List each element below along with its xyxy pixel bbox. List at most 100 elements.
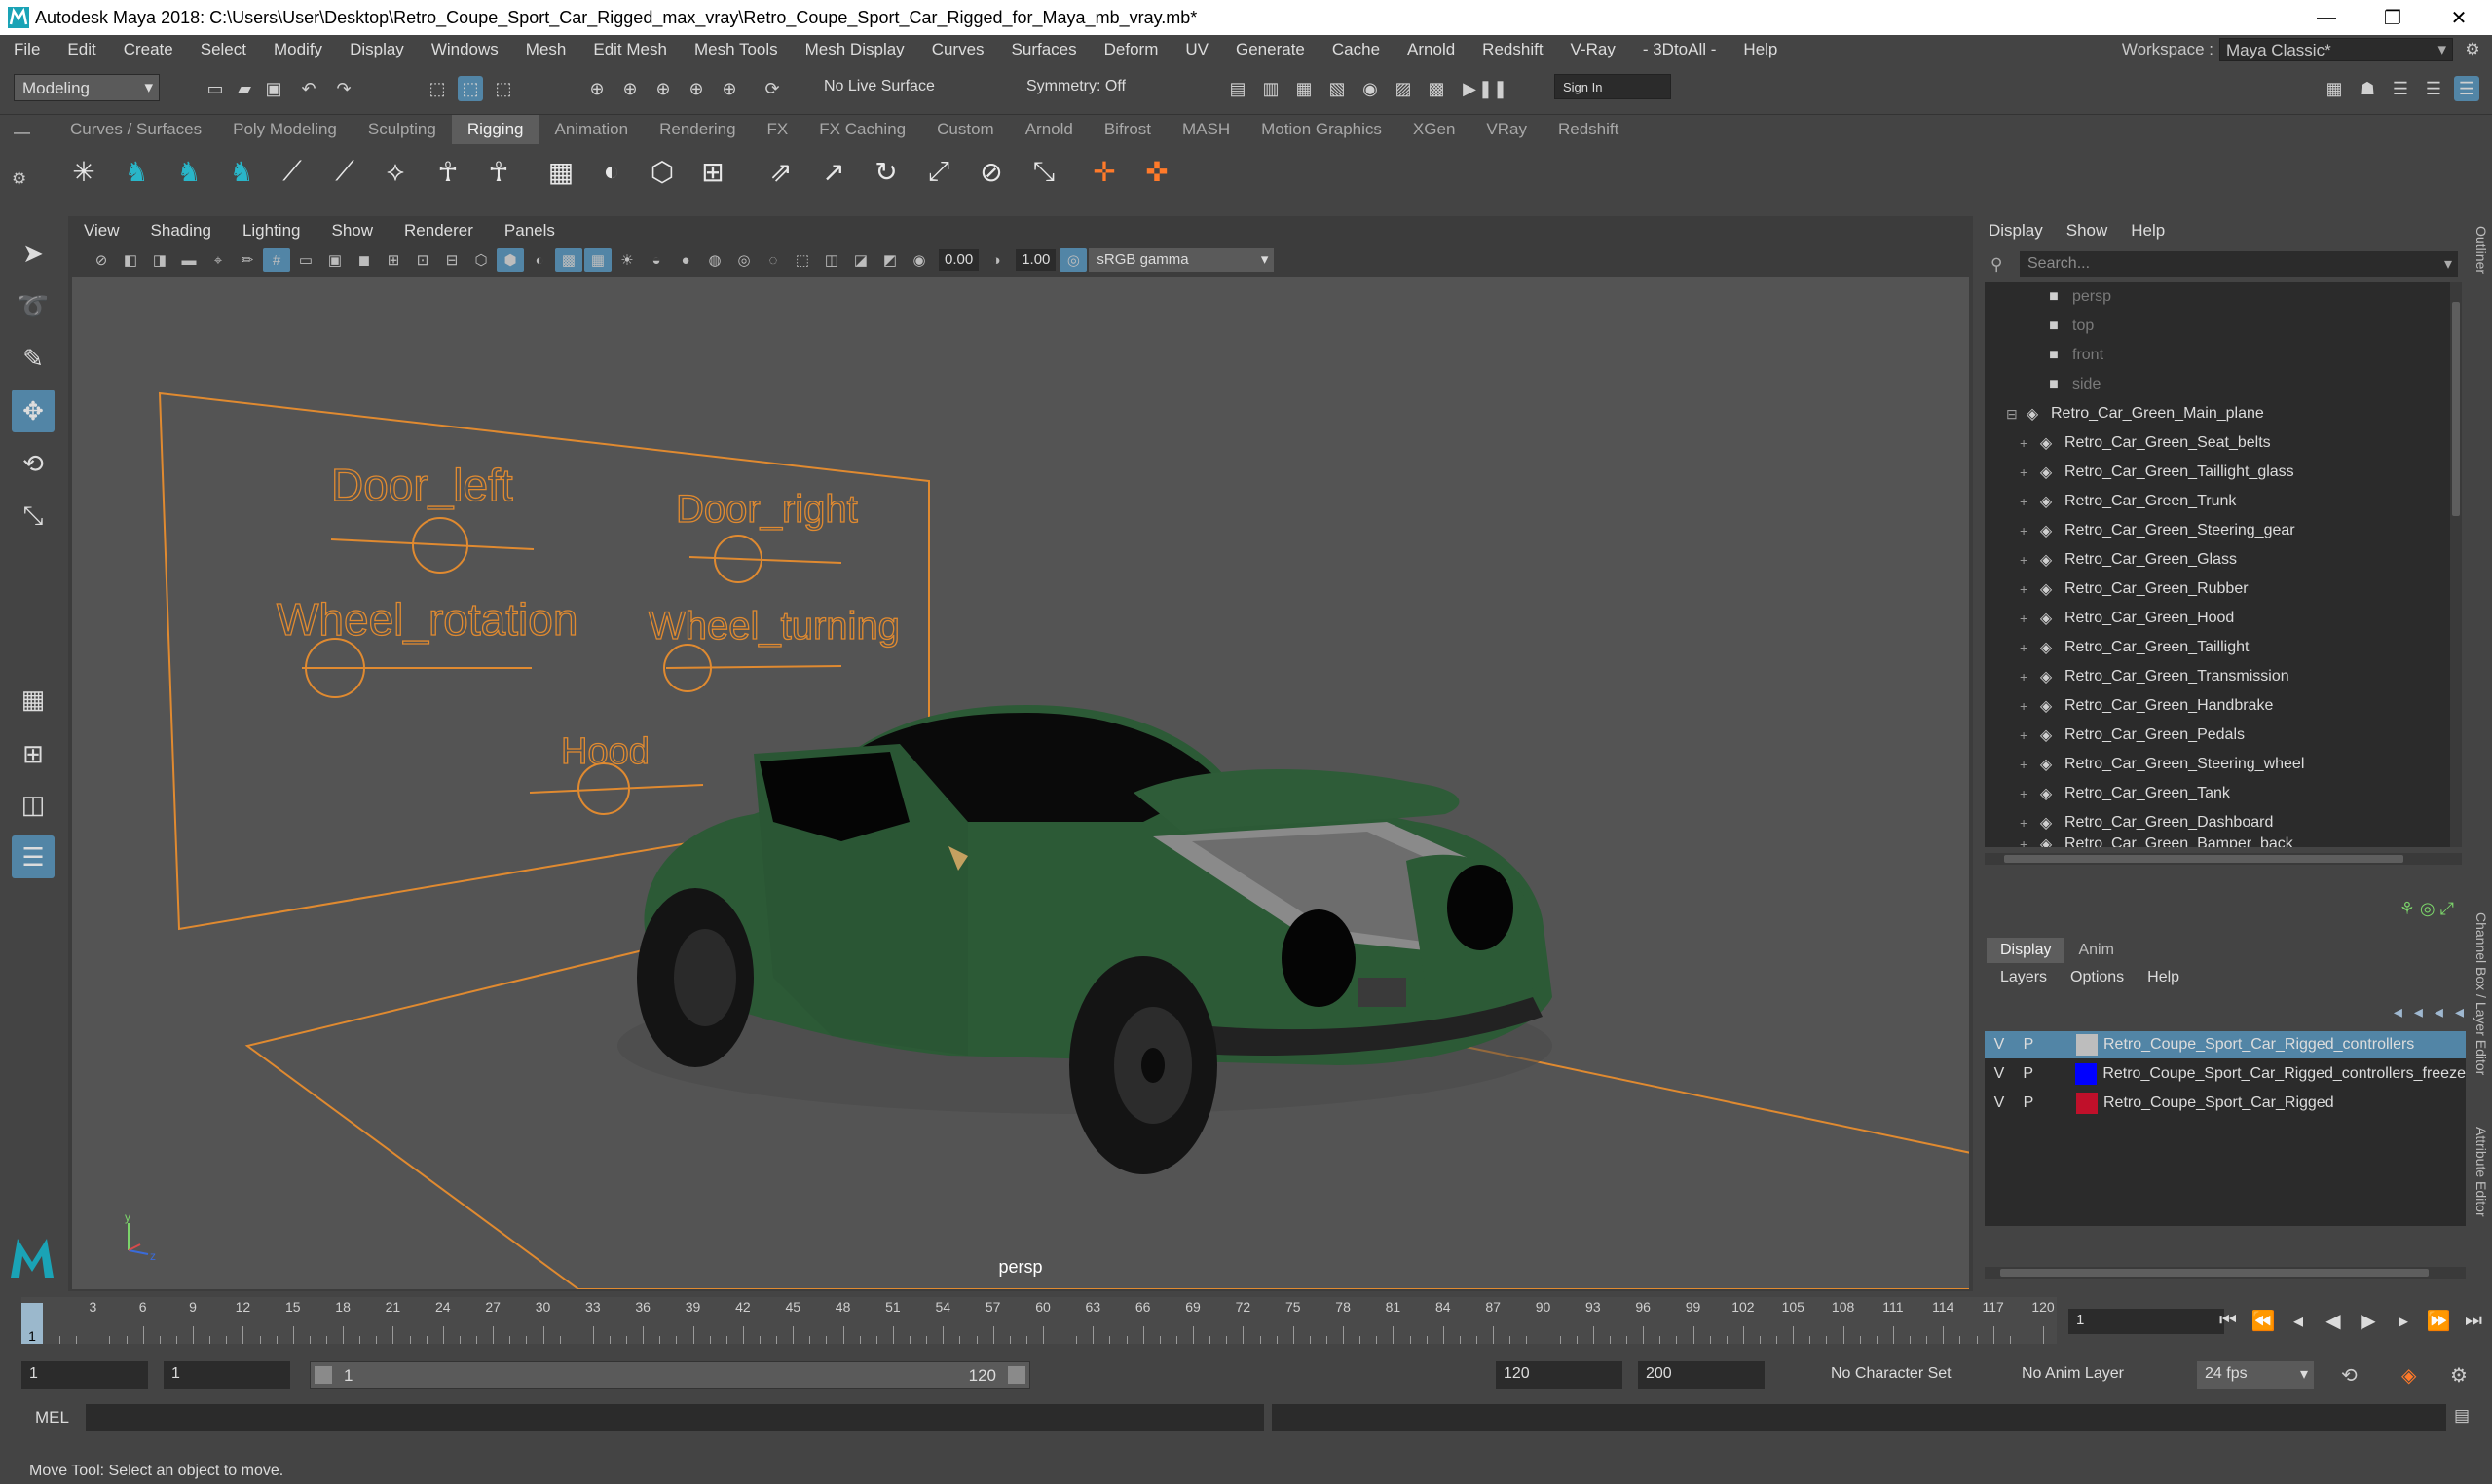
safe-action-icon[interactable]: ⊡	[409, 248, 436, 272]
side-tab-outliner[interactable]: Outliner	[2473, 226, 2489, 274]
expand-icon[interactable]: +	[2020, 464, 2035, 480]
new-layer-icon[interactable]: ◂	[2435, 1002, 2443, 1022]
shelf-tab-fx-caching[interactable]: FX Caching	[803, 115, 921, 144]
close-button[interactable]: ✕	[2426, 0, 2492, 35]
layer-playback-toggle[interactable]: P	[2014, 1065, 2043, 1083]
default-material-icon[interactable]: ◐	[526, 248, 553, 272]
point-constraint-icon[interactable]: ⇗	[762, 152, 800, 191]
humanik-skeleton-icon[interactable]: ♞	[169, 152, 208, 191]
ipr-render-icon[interactable]: ▦	[1291, 76, 1317, 101]
shelf-tab-custom[interactable]: Custom	[921, 115, 1010, 144]
side-tab-attribute-editor[interactable]: Attribute Editor	[2473, 1127, 2489, 1217]
range-start-handle[interactable]	[315, 1366, 332, 1384]
menu-arnold[interactable]: Arnold	[1394, 40, 1469, 59]
menu-surfaces[interactable]: Surfaces	[998, 40, 1091, 59]
shelf-tab-xgen[interactable]: XGen	[1397, 115, 1470, 144]
lattice-icon[interactable]: ⬡	[643, 152, 682, 191]
list-item[interactable]: + ◈ Retro_Car_Green_Bamper_back	[2020, 834, 2293, 847]
resolution-gate-icon[interactable]: ▣	[321, 248, 349, 272]
select-object-icon[interactable]: ⬚	[458, 76, 483, 101]
command-input[interactable]	[86, 1404, 1264, 1431]
loop-icon[interactable]: ⟲	[2341, 1363, 2358, 1388]
outliner-scrollbar[interactable]	[2450, 282, 2462, 847]
list-item[interactable]: ■ front	[2043, 341, 2103, 370]
outliner-hscroll-thumb[interactable]	[2004, 855, 2403, 863]
menu-windows[interactable]: Windows	[418, 40, 512, 59]
expand-icon[interactable]: +	[2020, 757, 2035, 772]
snap-point-icon[interactable]: ⊕	[651, 76, 676, 101]
pause-render-icon[interactable]: ❚❚	[1478, 76, 1507, 101]
menu-3dtoall[interactable]: - 3DtoAll -	[1629, 40, 1730, 59]
expand-icon[interactable]: +	[2020, 552, 2035, 568]
animation-prefs-icon[interactable]: ⚙	[2450, 1363, 2468, 1388]
menu-set-dropdown[interactable]: Modeling	[14, 74, 160, 101]
menu-file[interactable]: File	[0, 40, 54, 59]
control-wheel-rotation[interactable]: Wheel_rotation	[276, 593, 578, 645]
list-item[interactable]: + ◈ Retro_Car_Green_Steering_gear	[2020, 516, 2295, 545]
safe-title-icon[interactable]: ⊟	[438, 248, 465, 272]
render-frame-icon[interactable]: ▥	[1258, 76, 1283, 101]
play-backwards-icon[interactable]: ◀	[2316, 1305, 2351, 1336]
list-item[interactable]: + ◈ Retro_Car_Green_Taillight_glass	[2020, 458, 2294, 487]
tool-settings-toggle-icon[interactable]: ☰	[2421, 76, 2446, 101]
vp-menu-renderer[interactable]: Renderer	[389, 221, 489, 241]
channel-box-icons[interactable]: ⚘ ◎ ⤢	[2399, 899, 2454, 919]
outliner-hscrollbar[interactable]	[1985, 853, 2462, 865]
exposure-icon[interactable]: ◉	[906, 248, 933, 272]
ik-spline-icon[interactable]: ⟋	[325, 152, 364, 191]
view-transform-dropdown[interactable]: sRGB gamma	[1089, 248, 1275, 272]
render-view-icon[interactable]: ▤	[1225, 76, 1250, 101]
shelf-tab-curves-surfaces[interactable]: Curves / Surfaces	[55, 115, 217, 144]
layer-row[interactable]: V P Retro_Coupe_Sport_Car_Rigged	[1985, 1090, 2466, 1117]
vp-menu-lighting[interactable]: Lighting	[227, 221, 316, 241]
isolate-select-icon[interactable]: ⬚	[789, 248, 816, 272]
live-surface-label[interactable]: No Live Surface	[824, 78, 935, 95]
select-hierarchy-icon[interactable]: ⬚	[425, 76, 450, 101]
layer-row[interactable]: V P Retro_Coupe_Sport_Car_Rigged_control…	[1985, 1060, 2466, 1088]
new-scene-icon[interactable]: ▭	[203, 76, 228, 101]
select-camera-icon[interactable]: ⊘	[88, 248, 115, 272]
menu-create[interactable]: Create	[110, 40, 187, 59]
menu-generate[interactable]: Generate	[1222, 40, 1319, 59]
command-language-label[interactable]: MEL	[35, 1408, 69, 1428]
list-item[interactable]: + ◈ Retro_Car_Green_Glass	[2020, 545, 2237, 575]
animation-end-field[interactable]: 200	[1638, 1361, 1765, 1389]
move-tool-icon[interactable]: ✥	[12, 390, 55, 432]
menu-cache[interactable]: Cache	[1319, 40, 1394, 59]
xray-icon[interactable]: ◫	[818, 248, 845, 272]
shelf-settings-icon[interactable]: ⚙	[12, 169, 26, 189]
range-slider[interactable]: 1 120	[310, 1361, 1030, 1389]
open-scene-icon[interactable]: ▰	[232, 76, 257, 101]
bookmarks-icon[interactable]: ◨	[146, 248, 173, 272]
list-item[interactable]: + ◈ Retro_Car_Green_Transmission	[2020, 662, 2289, 691]
menu-vray[interactable]: V-Ray	[1557, 40, 1629, 59]
vp-menu-shading[interactable]: Shading	[135, 221, 227, 241]
step-back-key-icon[interactable]: ⏪	[2246, 1305, 2281, 1336]
menu-help[interactable]: Help	[1730, 40, 1791, 59]
go-to-start-icon[interactable]: ⏮	[2211, 1305, 2246, 1336]
list-item[interactable]: + ◈ Retro_Car_Green_Steering_wheel	[2020, 750, 2304, 779]
orient-constraint-icon[interactable]: ↻	[867, 152, 906, 191]
color-management-icon[interactable]: ◎	[1060, 248, 1088, 272]
scale-constraint-icon[interactable]: ⤢	[919, 152, 958, 191]
use-lights-icon[interactable]: ☀	[614, 248, 641, 272]
attribute-editor-toggle-icon[interactable]: ☰	[2388, 76, 2413, 101]
xray-joints-icon[interactable]: ◩	[876, 248, 904, 272]
menu-edit[interactable]: Edit	[54, 40, 109, 59]
shelf-tab-rigging[interactable]: Rigging	[451, 115, 539, 144]
list-item[interactable]: + ◈ Retro_Car_Green_Tank	[2020, 779, 2230, 808]
expand-icon[interactable]: +	[2020, 698, 2035, 714]
light-editor-icon[interactable]: ▩	[1424, 76, 1449, 101]
layer-tab-display[interactable]: Display	[1987, 938, 2065, 963]
lasso-tool-icon[interactable]: ➰	[12, 284, 55, 327]
shadows-icon[interactable]: ◒	[643, 248, 670, 272]
menu-uv[interactable]: UV	[1172, 40, 1222, 59]
grid-icon[interactable]: #	[263, 248, 290, 272]
depth-of-field-icon[interactable]: ◌	[760, 248, 787, 272]
motion-blur-icon[interactable]: ◍	[701, 248, 728, 272]
script-editor-icon[interactable]: ▤	[2454, 1406, 2470, 1426]
outliner-layout-icon[interactable]: ☰	[12, 835, 55, 878]
expand-icon[interactable]: +	[2020, 611, 2035, 626]
expand-icon[interactable]: +	[2020, 815, 2035, 831]
outliner-search-input[interactable]: Search...	[2020, 251, 2458, 277]
